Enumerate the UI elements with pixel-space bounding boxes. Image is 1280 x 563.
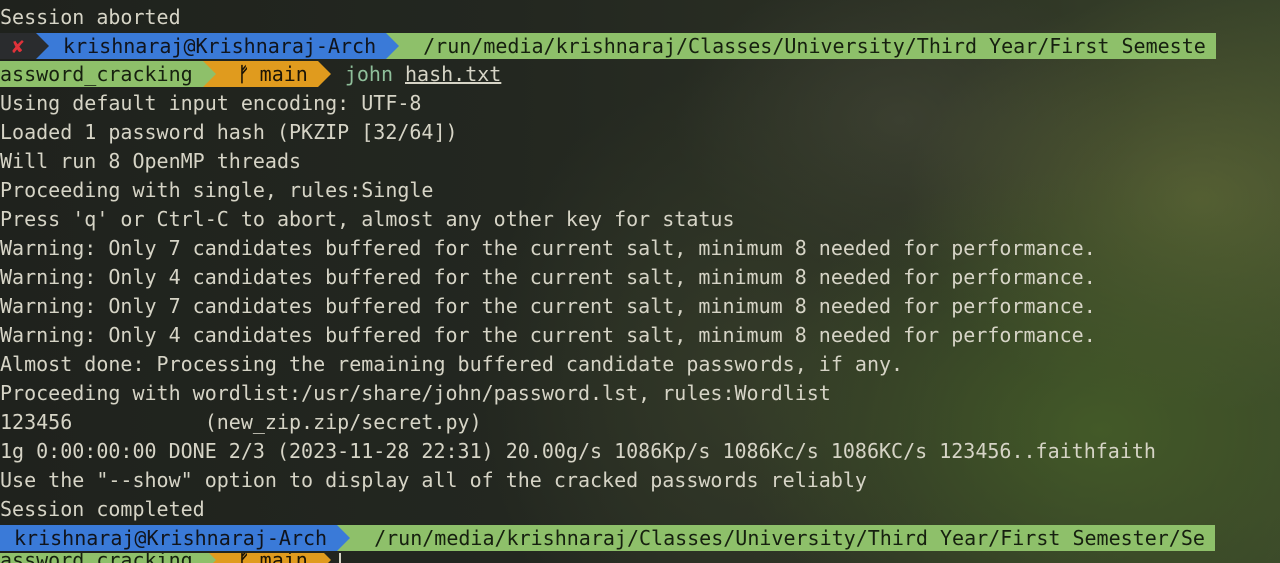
output-line: Will run 8 OpenMP threads [0,149,302,173]
command-argument: hash.txt [405,62,502,86]
output-line: Warning: Only 7 candidates buffered for … [0,236,1096,260]
command-name: john [344,62,393,86]
output-line: Warning: Only 4 candidates buffered for … [0,323,1096,347]
output-line: Warning: Only 7 candidates buffered for … [0,294,1096,318]
prompt-bar-continued: assword_cracking ᚠmain [0,553,1280,563]
segment-separator-icon [36,33,50,59]
dir-segment: assword_cracking [0,553,203,563]
error-cross-icon: ✘ [12,34,25,58]
prompt-bar: ✘ krishnaraj@Krishnaraj-Arch/run/media/kr… [0,33,1280,59]
output-line: Press 'q' or Ctrl-C to abort, almost any… [0,207,735,231]
segment-separator-icon [337,525,351,551]
segment-separator-icon [317,553,331,563]
git-branch-name: main [260,553,308,563]
segment-separator-icon [386,33,400,59]
git-branch-icon: ᚠ [238,553,260,563]
output-line: Using default input encoding: UTF-8 [0,91,422,115]
path-segment: /run/media/krishnaraj/Classes/University… [399,33,1216,59]
output-line: Session aborted [0,5,181,29]
output-line: Almost done: Processing the remaining bu… [0,352,904,376]
segment-separator-icon [202,61,216,87]
output-line: Use the "--show" option to display all o… [0,468,867,492]
text-cursor[interactable] [338,553,341,563]
output-line: Loaded 1 password hash (PKZIP [32/64]) [0,120,458,144]
git-segment: ᚠmain [215,553,318,563]
terminal-window[interactable]: Session aborted ✘ krishnaraj@Krishnaraj-A… [0,3,1280,563]
prompt-bar: krishnaraj@Krishnaraj-Arch/run/media/kri… [0,525,1280,551]
segment-separator-icon [202,553,216,563]
output-line: Warning: Only 4 candidates buffered for … [0,265,1096,289]
git-branch-icon: ᚠ [237,62,250,86]
user-host-segment: krishnaraj@Krishnaraj-Arch [49,33,387,59]
output-line: 1g 0:00:00:00 DONE 2/3 (2023-11-28 22:31… [0,439,1156,463]
output-line: Proceeding with single, rules:Single [0,178,434,202]
dir-segment: assword_cracking [0,61,203,87]
user-host-segment: krishnaraj@Krishnaraj-Arch [0,525,338,551]
output-line: 123456 (new_zip.zip/secret.py) [0,410,482,434]
git-branch-name: main [259,62,308,86]
segment-separator-icon [317,61,331,87]
git-segment: ᚠ main [215,61,318,87]
prompt-bar-continued: assword_cracking ᚠ main john hash.txt [0,61,1280,87]
output-line: Proceeding with wordlist:/usr/share/john… [0,381,831,405]
path-segment: /run/media/krishnaraj/Classes/University… [350,525,1215,551]
output-line: Session completed [0,497,205,521]
status-segment: ✘ [0,33,37,59]
